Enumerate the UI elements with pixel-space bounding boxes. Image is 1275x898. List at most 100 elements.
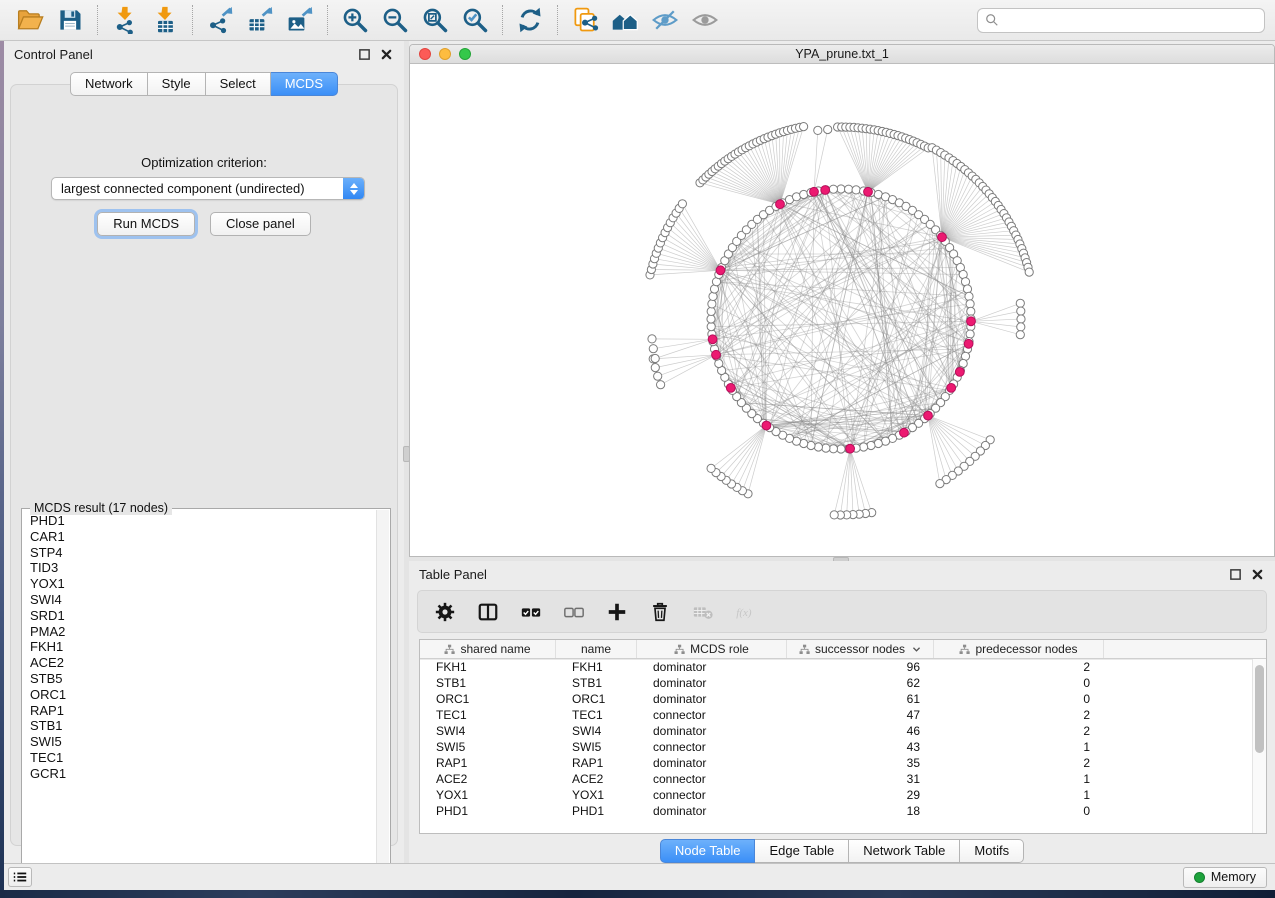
window-close-icon[interactable]: [419, 48, 431, 60]
delete-column-icon[interactable]: [647, 599, 673, 625]
table-cell: STB1: [556, 675, 637, 691]
export-table-icon[interactable]: [240, 3, 280, 37]
function-builder-icon: f(x): [733, 599, 759, 625]
result-node-item[interactable]: ORC1: [30, 687, 376, 703]
column-header-shared-name[interactable]: shared name: [420, 640, 556, 658]
table-cell: connector: [637, 771, 787, 787]
column-header-name[interactable]: name: [556, 640, 637, 658]
duplicate-network-icon[interactable]: [565, 3, 605, 37]
zoom-out-icon[interactable]: [375, 3, 415, 37]
result-node-item[interactable]: FKH1: [30, 639, 376, 655]
network-view-window: YPA_prune.txt_1: [409, 44, 1275, 557]
table-cell: STB1: [420, 675, 556, 691]
close-panel-button[interactable]: Close panel: [210, 212, 311, 236]
result-node-item[interactable]: ACE2: [30, 655, 376, 671]
save-icon[interactable]: [50, 3, 90, 37]
float-panel-icon[interactable]: [1228, 567, 1243, 582]
tab-select[interactable]: Select: [206, 72, 271, 96]
result-node-item[interactable]: PMA2: [30, 624, 376, 640]
task-history-button[interactable]: [8, 867, 32, 887]
result-node-item[interactable]: STB5: [30, 671, 376, 687]
columns-icon[interactable]: [475, 599, 501, 625]
memory-button[interactable]: Memory: [1183, 867, 1267, 888]
mcds-result-fieldset: MCDS result (17 nodes) PHD1CAR1STP4TID3Y…: [21, 508, 391, 880]
zoom-in-icon[interactable]: [335, 3, 375, 37]
tab-node-table[interactable]: Node Table: [660, 839, 756, 863]
result-node-item[interactable]: RAP1: [30, 703, 376, 719]
result-node-item[interactable]: SRD1: [30, 608, 376, 624]
zoom-fit-icon[interactable]: [415, 3, 455, 37]
tab-style[interactable]: Style: [148, 72, 206, 96]
tab-edge-table[interactable]: Edge Table: [755, 839, 849, 863]
search-input[interactable]: [1004, 10, 1257, 31]
table-cell-filler: [1104, 707, 1252, 723]
export-network-icon[interactable]: [200, 3, 240, 37]
run-mcds-button[interactable]: Run MCDS: [97, 212, 195, 236]
result-node-item[interactable]: YOX1: [30, 576, 376, 592]
column-header-predecessor-nodes[interactable]: predecessor nodes: [934, 640, 1104, 658]
column-header-successor-nodes[interactable]: successor nodes: [787, 640, 934, 658]
zoom-selected-icon[interactable]: [455, 3, 495, 37]
hide-selected-icon[interactable]: [645, 3, 685, 37]
column-header-MCDS-role[interactable]: MCDS role: [637, 640, 787, 658]
window-maximize-icon[interactable]: [459, 48, 471, 60]
memory-status-icon: [1194, 872, 1205, 883]
result-node-item[interactable]: GCR1: [30, 766, 376, 782]
result-node-item[interactable]: SWI4: [30, 592, 376, 608]
table-row[interactable]: STB1STB1dominator620: [420, 675, 1252, 691]
close-panel-icon[interactable]: [379, 47, 394, 62]
table-cell: 47: [787, 707, 934, 723]
tab-network[interactable]: Network: [70, 72, 148, 96]
open-folder-icon[interactable]: [10, 3, 50, 37]
table-cell: RAP1: [420, 755, 556, 771]
result-node-item[interactable]: TEC1: [30, 750, 376, 766]
result-node-item[interactable]: STB1: [30, 718, 376, 734]
import-table-icon[interactable]: [145, 3, 185, 37]
export-image-icon[interactable]: [280, 3, 320, 37]
tab-mcds[interactable]: MCDS: [271, 72, 338, 96]
result-node-item[interactable]: PHD1: [30, 513, 376, 529]
table-row[interactable]: FKH1FKH1dominator962: [420, 659, 1252, 675]
table-cell: 0: [934, 803, 1104, 819]
result-node-item[interactable]: TID3: [30, 560, 376, 576]
network-window-titlebar[interactable]: YPA_prune.txt_1: [410, 45, 1274, 64]
import-network-icon[interactable]: [105, 3, 145, 37]
close-panel-icon[interactable]: [1250, 567, 1265, 582]
scrollbar-thumb[interactable]: [1255, 665, 1264, 753]
result-node-item[interactable]: STP4: [30, 545, 376, 561]
select-all-icon[interactable]: [518, 599, 544, 625]
tab-network-table[interactable]: Network Table: [849, 839, 960, 863]
result-node-item[interactable]: CAR1: [30, 529, 376, 545]
node-table: shared namename MCDS role successor nodes p…: [419, 639, 1267, 834]
first-neighbors-icon[interactable]: [605, 3, 645, 37]
table-cell-filler: [1104, 803, 1252, 819]
float-panel-icon[interactable]: [357, 47, 372, 62]
tab-motifs[interactable]: Motifs: [960, 839, 1024, 863]
result-scrollbar[interactable]: [376, 510, 389, 878]
table-cell: SWI4: [420, 723, 556, 739]
refresh-icon[interactable]: [510, 3, 550, 37]
table-row[interactable]: TEC1TEC1connector472: [420, 707, 1252, 723]
table-row[interactable]: ACE2ACE2connector311: [420, 771, 1252, 787]
criterion-select[interactable]: largest connected component (undirected): [51, 177, 365, 200]
result-node-item[interactable]: SWI5: [30, 734, 376, 750]
table-row[interactable]: SWI4SWI4dominator462: [420, 723, 1252, 739]
gear-icon[interactable]: [432, 599, 458, 625]
window-minimize-icon[interactable]: [439, 48, 451, 60]
add-column-icon[interactable]: [604, 599, 630, 625]
deselect-all-icon[interactable]: [561, 599, 587, 625]
table-row[interactable]: RAP1RAP1dominator352: [420, 755, 1252, 771]
network-canvas[interactable]: [410, 64, 1275, 557]
table-row[interactable]: SWI5SWI5connector431: [420, 739, 1252, 755]
table-row[interactable]: YOX1YOX1connector291: [420, 787, 1252, 803]
table-cell: 96: [787, 659, 934, 675]
mcds-result-list[interactable]: PHD1CAR1STP4TID3YOX1SWI4SRD1PMA2FKH1ACE2…: [23, 510, 376, 878]
table-scrollbar[interactable]: [1252, 659, 1266, 833]
column-label: predecessor nodes: [975, 642, 1077, 656]
search-box[interactable]: [977, 8, 1265, 33]
column-label: MCDS role: [690, 642, 749, 656]
show-all-icon[interactable]: [685, 3, 725, 37]
table-row[interactable]: PHD1PHD1dominator180: [420, 803, 1252, 819]
table-cell: 2: [934, 723, 1104, 739]
table-row[interactable]: ORC1ORC1dominator610: [420, 691, 1252, 707]
